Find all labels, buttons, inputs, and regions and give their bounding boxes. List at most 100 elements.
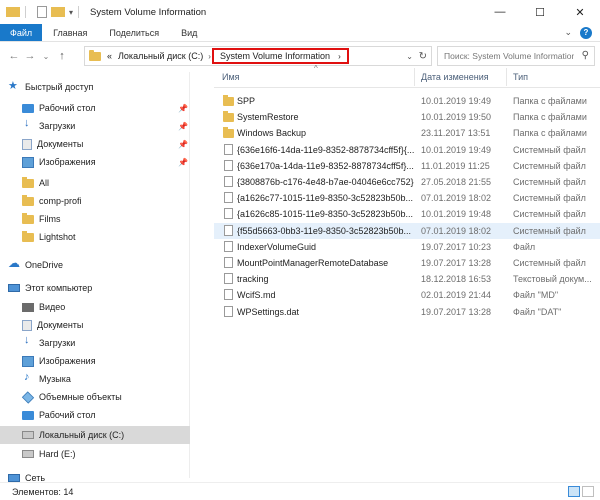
file-type: Системный файл [513, 144, 586, 155]
tab-share[interactable]: Поделиться [98, 24, 170, 41]
file-date: 02.01.2019 21:44 [421, 290, 492, 301]
table-row[interactable]: MountPointManagerRemoteDatabase 19.07.201… [214, 255, 600, 271]
column-date[interactable]: Дата изменения [421, 72, 489, 82]
table-row[interactable]: SystemRestore 10.01.2019 19:50 Папка с фай… [214, 109, 600, 125]
pin-icon[interactable]: 📌 [178, 122, 188, 131]
sidebar-item-films[interactable]: Films [0, 210, 190, 228]
refresh-icon[interactable]: ↻ [419, 51, 427, 62]
sidebar-item-label: Загрузки [39, 121, 76, 131]
table-row[interactable]: tracking 18.12.2018 16:53 Текстовый докум.… [214, 271, 600, 287]
file-type: Системный файл [513, 225, 586, 236]
file-name: SystemRestore [237, 112, 299, 123]
videos-icon [22, 302, 34, 312]
file-type: Системный файл [513, 258, 586, 268]
large-icons-view-icon[interactable] [582, 486, 594, 497]
computer-icon [8, 284, 20, 292]
tab-home[interactable]: Главная [42, 24, 98, 41]
sidebar-item-downloads[interactable]: Загрузки 📌 [0, 117, 190, 135]
file-type: Системный файл [513, 177, 586, 187]
recent-locations-button[interactable]: ⌄ [38, 52, 54, 61]
file-icon [224, 208, 233, 220]
table-row[interactable]: Windows Backup 23.11.2017 13:51 Папка с фа… [214, 125, 600, 141]
sidebar-onedrive[interactable]: OneDrive [0, 256, 190, 274]
file-type: Папка с файлами [513, 112, 587, 123]
table-row[interactable]: {636e170a-14da-11e9-8352-8878734cff5f}..… [214, 158, 600, 174]
pin-icon[interactable]: 📌 [178, 104, 188, 113]
documents-icon [22, 138, 32, 150]
file-name: {f55d5663-0bb3-11e9-8350-3c52823b50b... [237, 225, 411, 236]
sidebar-item-music[interactable]: Музыка [0, 370, 190, 388]
properties-icon[interactable] [37, 6, 47, 18]
folder-icon [223, 95, 234, 106]
sidebar-item-desktop[interactable]: Рабочий стол 📌 [0, 99, 190, 117]
sidebar-item-pictures[interactable]: Изображения 📌 [0, 153, 190, 171]
back-button[interactable]: ← [6, 50, 22, 62]
close-button[interactable]: ✕ [560, 0, 600, 24]
breadcrumb-current-highlighted[interactable]: System Volume Information › [212, 48, 349, 64]
sidebar-item-hard-e[interactable]: Hard (E:) [0, 445, 190, 463]
search-placeholder: Поиск: System Volume Information [444, 51, 574, 61]
sidebar-item-local-disk-c[interactable]: Локальный диск (C:) [0, 426, 190, 444]
breadcrumb-drive[interactable]: Локальный диск (C:) [118, 51, 203, 61]
breadcrumb-overflow[interactable]: « [107, 51, 112, 61]
file-type: Папка с файлами [513, 128, 587, 139]
sidebar-item-pc-downloads[interactable]: Загрузки [0, 334, 190, 352]
column-type[interactable]: Тип [513, 72, 528, 82]
search-input[interactable]: Поиск: System Volume Information ⚲ [437, 46, 595, 66]
file-name: SPP [237, 96, 256, 106]
file-date: 10.01.2019 19:48 [421, 209, 492, 220]
file-name: MountPointManagerRemoteDatabase [237, 258, 389, 268]
table-row[interactable]: SPP 10.01.2019 19:49 Папка с файлами [214, 93, 600, 109]
pin-icon[interactable]: 📌 [178, 158, 188, 167]
table-row[interactable]: {3808876b-c176-4e48-b7ae-04046e6cc752} 27… [214, 174, 600, 190]
sidebar-item-videos[interactable]: Видео [0, 298, 190, 316]
address-bar[interactable]: « Локальный диск (C:) › System Volume In… [84, 46, 432, 66]
table-row[interactable]: {636e16f6-14da-11e9-8352-8878734cff5f}{.… [214, 142, 600, 158]
help-icon[interactable]: ? [580, 26, 592, 39]
expand-ribbon-icon[interactable]: ⌄ [564, 27, 572, 38]
sidebar-item-all[interactable]: All [0, 174, 190, 192]
column-headers: ^ Имя Дата изменения Тип [214, 64, 600, 88]
tab-view[interactable]: Вид [170, 24, 208, 41]
new-folder-icon[interactable] [51, 7, 65, 17]
sidebar-item-comp-profi[interactable]: comp-profi [0, 192, 190, 210]
table-row[interactable]: {f55d5663-0bb3-11e9-8350-3c52823b50b... 0… [214, 222, 600, 239]
minimize-button[interactable]: — [480, 0, 520, 24]
quick-access-toolbar-dropdown[interactable]: ▾ [69, 8, 73, 17]
file-date: 18.12.2018 16:53 [421, 274, 492, 285]
file-type: Папка с файлами [513, 96, 587, 106]
divider [78, 6, 80, 18]
table-row[interactable]: IndexerVolumeGuid 19.07.2017 10:23 Файл [214, 239, 600, 255]
table-row[interactable]: WPSettings.dat 19.07.2017 13:28 Файл "DAT" [214, 304, 600, 320]
file-type: Файл [513, 241, 536, 252]
column-name[interactable]: Имя [222, 72, 240, 82]
address-dropdown-icon[interactable]: ⌄ [406, 52, 413, 61]
maximize-button[interactable]: ☐ [520, 0, 560, 24]
folder-icon [22, 194, 34, 206]
forward-button[interactable]: → [22, 50, 38, 62]
file-date: 19.07.2017 13:28 [421, 306, 492, 317]
pin-icon[interactable]: 📌 [178, 140, 188, 149]
documents-icon [22, 319, 32, 331]
sidebar-item-pc-desktop[interactable]: Рабочий стол [0, 406, 190, 424]
sidebar-quick-access[interactable]: Быстрый доступ [0, 78, 190, 96]
table-row[interactable]: {a1626c77-1015-11e9-8350-3c52823b50b... 0… [214, 190, 600, 206]
tab-file[interactable]: Файл [0, 24, 43, 41]
sidebar-item-label: Films [39, 214, 61, 224]
chevron-right-icon[interactable]: › [338, 52, 341, 61]
table-row[interactable]: WcifS.md 02.01.2019 21:44 Файл "MD" [214, 287, 600, 303]
sidebar-item-pc-documents[interactable]: Документы [0, 316, 190, 334]
sidebar-item-3d-objects[interactable]: Объемные объекты [0, 388, 190, 406]
title-bar: ▾ System Volume Information — ☐ ✕ [0, 0, 600, 24]
breadcrumb-separator[interactable]: › [208, 52, 211, 61]
details-view-icon[interactable] [568, 486, 580, 497]
column-divider[interactable] [506, 68, 507, 86]
sidebar-item-documents[interactable]: Документы 📌 [0, 135, 190, 153]
sidebar-this-pc[interactable]: Этот компьютер [0, 279, 190, 297]
up-button[interactable]: ↑ [54, 50, 70, 62]
sidebar-item-lightshot[interactable]: Lightshot [0, 228, 190, 246]
sidebar-item-label: Lightshot [39, 232, 76, 242]
sidebar-item-pc-pictures[interactable]: Изображения [0, 352, 190, 370]
table-row[interactable]: {a1626c85-1015-11e9-8350-3c52823b50b... 1… [214, 206, 600, 222]
column-divider[interactable] [414, 68, 415, 86]
